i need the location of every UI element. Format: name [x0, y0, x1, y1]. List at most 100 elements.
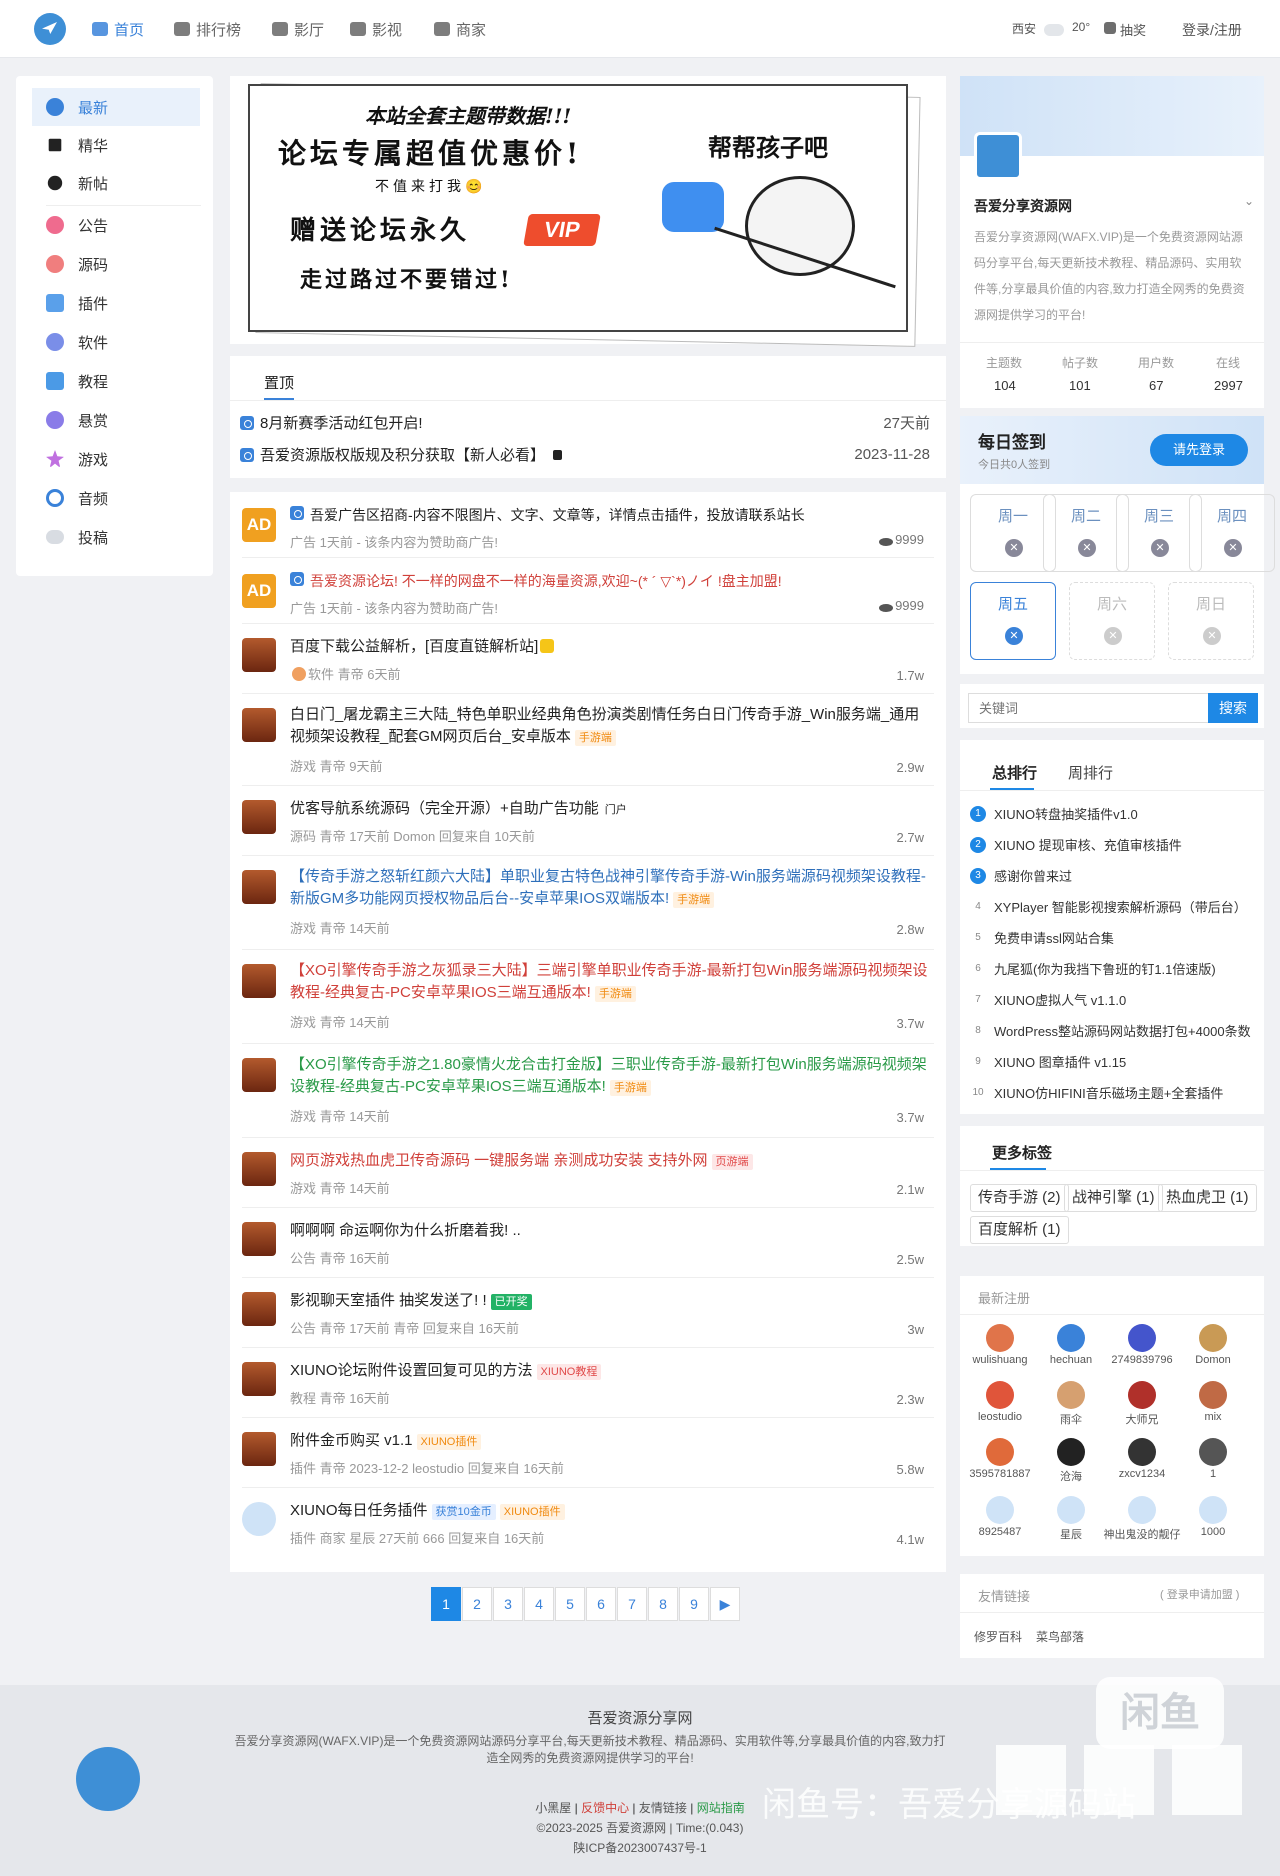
user-item[interactable]: hechuan: [1036, 1324, 1106, 1366]
sidebar-item-latest[interactable]: 最新: [32, 88, 200, 126]
rank-item[interactable]: 5 免费申请ssl网站合集: [970, 928, 1256, 947]
user-item[interactable]: 8925487: [965, 1496, 1035, 1538]
login-register-link[interactable]: 登录/注册: [1182, 20, 1242, 40]
post-title[interactable]: 吾爱资源论坛! 不一样的网盘不一样的海量资源,欢迎~(* ´ ▽`*)ノイ !盘…: [310, 573, 782, 589]
chevron-down-icon[interactable]: ⌄: [1244, 194, 1254, 208]
list-item[interactable]: 百度下载公益解析，[百度直链解析站] 软件 青帝 6天前 1.7w: [242, 624, 934, 694]
list-item[interactable]: 【传奇手游之怒斩红颜六大陆】单职业复古特色战神引擎传奇手游-Win服务端源码视频…: [242, 856, 934, 950]
tab-total-rank[interactable]: 总排行: [992, 762, 1037, 783]
post-title[interactable]: XIUNO每日任务插件: [290, 1502, 428, 1519]
user-item[interactable]: 神出鬼没的靓仔: [1100, 1496, 1184, 1542]
sidebar-item-bounty[interactable]: 悬赏: [32, 401, 200, 439]
rank-item[interactable]: 4 XYPlayer 智能影视搜索解析源码（带后台）: [970, 897, 1256, 916]
user-item[interactable]: 1: [1178, 1438, 1248, 1480]
user-item[interactable]: Domon: [1178, 1324, 1248, 1366]
page-5[interactable]: 5: [555, 1587, 585, 1621]
post-title[interactable]: 百度下载公益解析，[百度直链解析站]: [290, 638, 538, 655]
sidebar-item-submit[interactable]: 投稿: [32, 518, 200, 556]
page-1[interactable]: 1: [431, 1587, 461, 1621]
user-item[interactable]: 星辰: [1036, 1496, 1106, 1542]
pinned-row[interactable]: 8月新赛季活动红包开启! 27天前: [240, 412, 930, 433]
rank-item[interactable]: 7 XIUNO虚拟人气 v1.1.0: [970, 990, 1256, 1009]
rank-item[interactable]: 10 XIUNO仿HIFINI音乐磁场主题+全套插件: [970, 1083, 1256, 1102]
nav-ranking[interactable]: 排行榜: [174, 18, 241, 40]
page-8[interactable]: 8: [648, 1587, 678, 1621]
sidebar-item-source[interactable]: 源码: [32, 245, 200, 283]
list-item[interactable]: 【XO引擎传奇手游之灰狐录三大陆】三端引擎单职业传奇手游-最新打包Win服务端源…: [242, 950, 934, 1044]
sidebar-item-new[interactable]: 新帖: [32, 164, 200, 202]
nav-video[interactable]: 影视: [350, 18, 402, 40]
page-4[interactable]: 4: [524, 1587, 554, 1621]
user-item[interactable]: 3595781887: [965, 1438, 1035, 1480]
tag-chip[interactable]: 百度解析 (1): [970, 1216, 1069, 1244]
sidebar-item-notice[interactable]: 公告: [32, 206, 200, 244]
list-item[interactable]: 优客导航系统源码（完全开源）+自助广告功能 门户 源码 青帝 17天前 Domon…: [242, 786, 934, 856]
rank-item[interactable]: 9 XIUNO 图章插件 v1.15: [970, 1052, 1256, 1071]
sidebar-item-featured[interactable]: 精华: [32, 126, 200, 164]
user-item[interactable]: 沧海: [1036, 1438, 1106, 1484]
nav-theater[interactable]: 影厅: [272, 18, 324, 40]
promo-banner[interactable]: 本站全套主题带数据!!! 论坛专属超值优惠价! 不值来打我😊 赠送论坛永久 VI…: [230, 76, 946, 347]
checkin-login-button[interactable]: 请先登录: [1150, 434, 1248, 466]
user-item[interactable]: wulishuang: [965, 1324, 1035, 1366]
post-title[interactable]: 【传奇手游之怒斩红颜六大陆】单职业复古特色战神引擎传奇手游-Win服务端源码视频…: [290, 868, 926, 907]
sidebar-item-plugin[interactable]: 插件: [32, 284, 200, 322]
list-item[interactable]: 【XO引擎传奇手游之1.80豪情火龙合击打金版】三职业传奇手游-最新打包Win服…: [242, 1044, 934, 1138]
post-title[interactable]: XIUNO论坛附件设置回复可见的方法: [290, 1362, 533, 1379]
sidebar-item-audio[interactable]: 音频: [32, 479, 200, 517]
footer-link[interactable]: 友情链接: [639, 1801, 687, 1815]
post-title[interactable]: 附件金币购买 v1.1: [290, 1432, 413, 1449]
post-title[interactable]: 啊啊啊 命运啊你为什么折磨着我! ..: [290, 1222, 521, 1239]
friend-link[interactable]: 菜鸟部落: [1036, 1628, 1084, 1645]
search-input[interactable]: [968, 693, 1210, 723]
friend-link[interactable]: 修罗百科: [974, 1628, 1022, 1645]
page-9[interactable]: 9: [679, 1587, 709, 1621]
list-item[interactable]: 啊啊啊 命运啊你为什么折磨着我! .. 公告 青帝 16天前 2.5w: [242, 1208, 934, 1278]
user-item[interactable]: zxcv1234: [1107, 1438, 1177, 1480]
next-page-button[interactable]: ▶: [710, 1587, 740, 1621]
pinned-row[interactable]: 吾爱资源版权版规及积分获取【新人必看】 2023-11-28: [240, 444, 930, 465]
lottery-link[interactable]: 抽奖: [1104, 20, 1146, 39]
rank-item[interactable]: 2 XIUNO 提现审核、充值审核插件: [970, 835, 1256, 854]
tab-pinned[interactable]: 置顶: [264, 372, 294, 393]
sidebar-item-game[interactable]: 游戏: [32, 440, 200, 478]
user-item[interactable]: 1000: [1178, 1496, 1248, 1538]
search-button[interactable]: 搜索: [1208, 693, 1258, 723]
user-item[interactable]: mix: [1178, 1381, 1248, 1423]
list-item[interactable]: 白日门_屠龙霸主三大陆_特色单职业经典角色扮演类剧情任务白日门传奇手游_Win服…: [242, 694, 934, 786]
footer-icp[interactable]: 陕ICP备2023007437号-1: [0, 1839, 1280, 1856]
user-item[interactable]: 雨伞: [1036, 1381, 1106, 1427]
list-item[interactable]: 影视聊天室插件 抽奖发送了! ! 已开奖 公告 青帝 17天前 青帝 回复来自 1…: [242, 1278, 934, 1348]
list-item[interactable]: AD 吾爱资源论坛! 不一样的网盘不一样的海量资源,欢迎~(* ´ ▽`*)ノイ…: [242, 558, 934, 624]
list-item[interactable]: 附件金币购买 v1.1 XIUNO插件 插件 青帝 2023-12-2 leost…: [242, 1418, 934, 1488]
rank-item[interactable]: 3 感谢你曾来过: [970, 866, 1256, 885]
site-logo[interactable]: [34, 13, 66, 45]
tab-week-rank[interactable]: 周排行: [1068, 762, 1113, 783]
rank-item[interactable]: 1 XIUNO转盘抽奖插件v1.0: [970, 804, 1256, 823]
tag-chip[interactable]: 战神引擎 (1): [1064, 1184, 1163, 1212]
list-item[interactable]: XIUNO论坛附件设置回复可见的方法 XIUNO教程 教程 青帝 16天前 2.3…: [242, 1348, 934, 1418]
post-title[interactable]: 优客导航系统源码（完全开源）+自助广告功能: [290, 800, 599, 817]
user-item[interactable]: leostudio: [965, 1381, 1035, 1423]
user-item[interactable]: 大师兄: [1107, 1381, 1177, 1427]
sidebar-item-software[interactable]: 软件: [32, 323, 200, 361]
list-item[interactable]: 网页游戏热血虎卫传奇源码 一键服务端 亲测成功安装 支持外网 页游端 游戏 青帝 …: [242, 1138, 934, 1208]
apply-link[interactable]: ( 登录申请加盟 ): [1160, 1586, 1239, 1602]
rank-item[interactable]: 6 九尾狐(你为我挡下鲁班的钉1.1倍速版): [970, 959, 1256, 978]
day-friday[interactable]: 周五 ✕: [970, 582, 1056, 660]
rank-item[interactable]: 8 WordPress整站源码网站数据打包+4000条数: [970, 1021, 1256, 1040]
list-item[interactable]: AD 吾爱广告区招商-内容不限图片、文字、文章等，详情点击插件，投放请联系站长 …: [242, 492, 934, 558]
tag-chip[interactable]: 传奇手游 (2): [970, 1184, 1069, 1212]
page-6[interactable]: 6: [586, 1587, 616, 1621]
post-title[interactable]: 影视聊天室插件 抽奖发送了! !: [290, 1292, 487, 1309]
post-title[interactable]: 吾爱广告区招商-内容不限图片、文字、文章等，详情点击插件，投放请联系站长: [310, 507, 805, 523]
page-3[interactable]: 3: [493, 1587, 523, 1621]
footer-link[interactable]: 反馈中心: [581, 1801, 629, 1815]
post-title[interactable]: 【XO引擎传奇手游之1.80豪情火龙合击打金版】三职业传奇手游-最新打包Win服…: [290, 1056, 927, 1095]
qrcode-icon[interactable]: [1172, 1745, 1242, 1815]
nav-home[interactable]: 首页: [92, 18, 144, 40]
footer-link[interactable]: 小黑屋: [535, 1801, 571, 1815]
post-title[interactable]: 网页游戏热血虎卫传奇源码 一键服务端 亲测成功安装 支持外网: [290, 1152, 708, 1169]
footer-link[interactable]: 网站指南: [697, 1801, 745, 1815]
sidebar-item-tutorial[interactable]: 教程: [32, 362, 200, 400]
